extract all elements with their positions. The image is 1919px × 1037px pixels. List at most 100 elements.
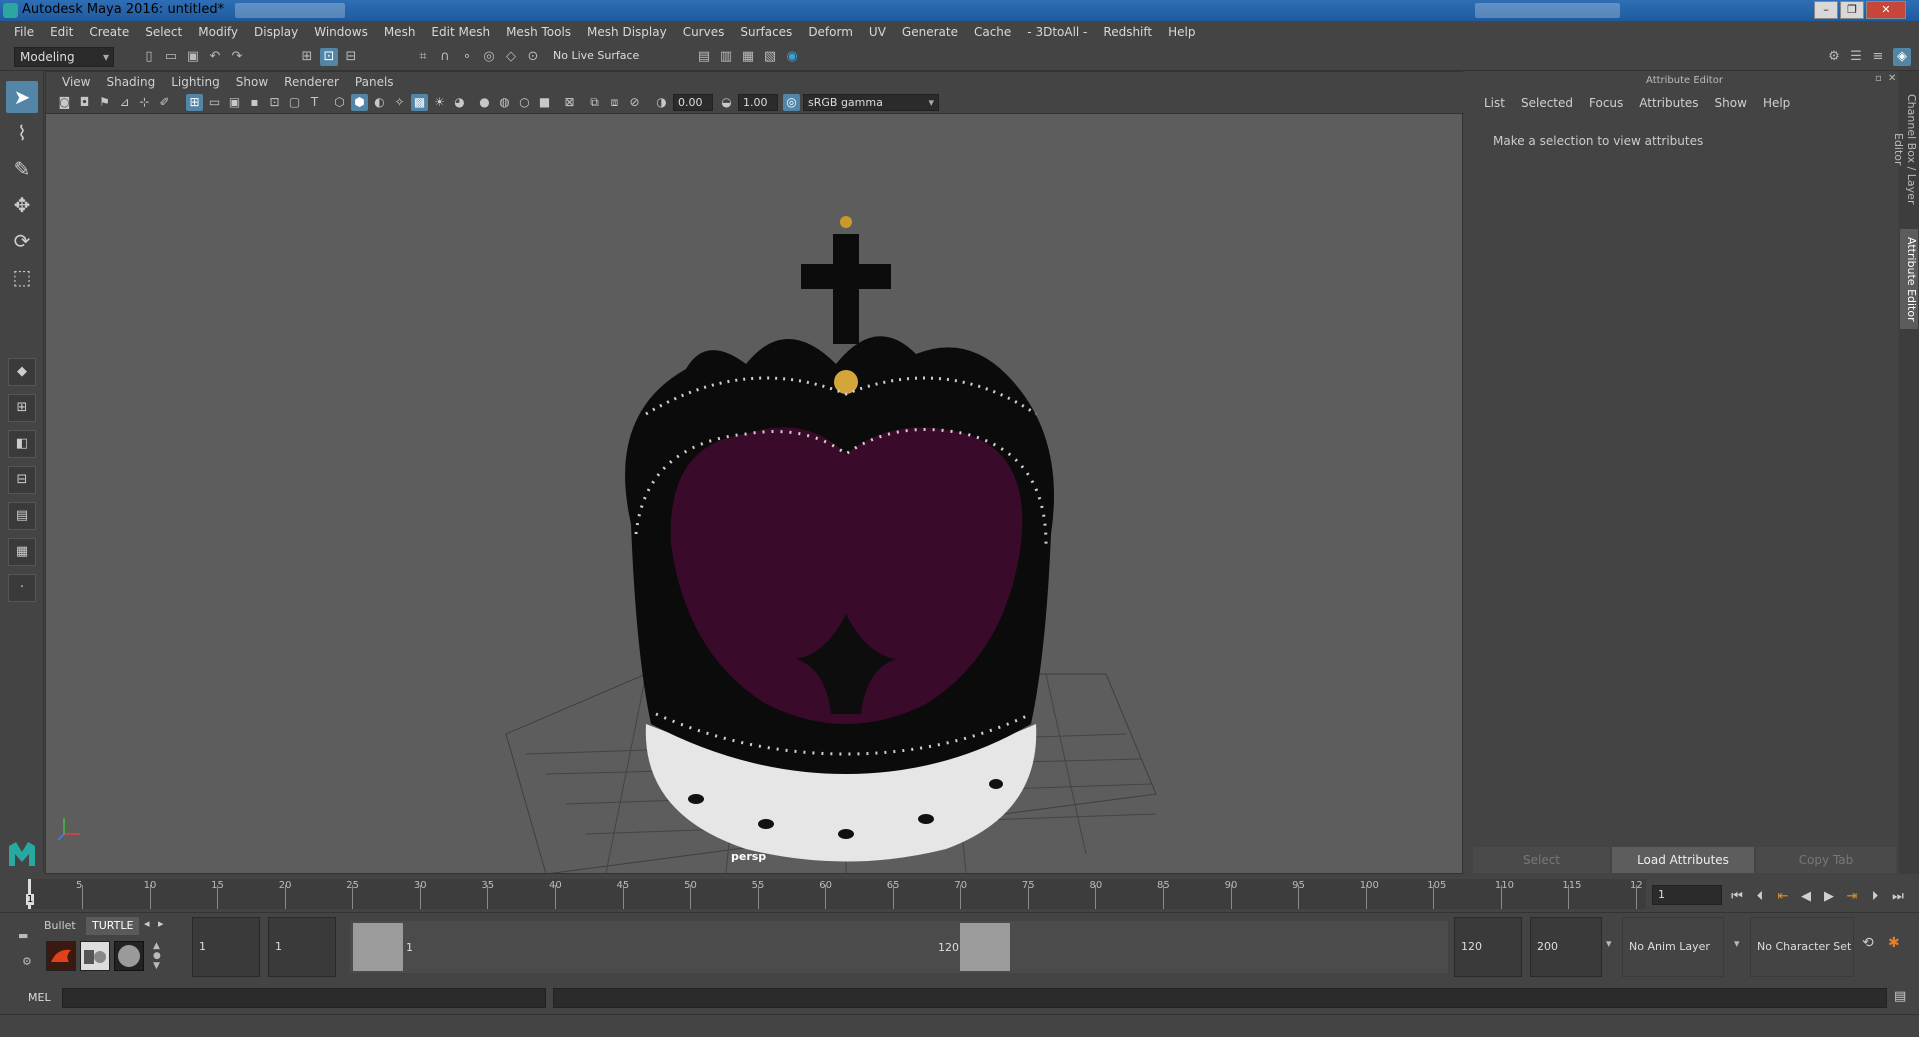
smooth-shade-icon[interactable]: ⬢ bbox=[351, 94, 368, 111]
menu-redshift[interactable]: Redshift bbox=[1095, 25, 1160, 39]
menu-mesh[interactable]: Mesh bbox=[376, 25, 424, 39]
menu-modify[interactable]: Modify bbox=[190, 25, 246, 39]
select-component-icon[interactable]: ⊟ bbox=[342, 48, 360, 66]
grease-pencil-icon[interactable]: ✐ bbox=[156, 94, 173, 111]
redo-icon[interactable]: ↷ bbox=[228, 48, 246, 66]
shelf-menu-icon[interactable]: ▬ bbox=[18, 929, 28, 942]
render-view-icon[interactable]: ▧ bbox=[761, 48, 779, 66]
viewport-menu-lighting[interactable]: Lighting bbox=[163, 75, 228, 89]
render-frame-icon[interactable]: ▥ bbox=[717, 48, 735, 66]
gate-mask-icon[interactable]: ▪ bbox=[246, 94, 263, 111]
move-tool-icon[interactable]: ✥ bbox=[6, 189, 38, 221]
range-start-handle[interactable] bbox=[353, 923, 403, 971]
ipr-render-icon[interactable]: ▦ bbox=[739, 48, 757, 66]
viewport-menu-shading[interactable]: Shading bbox=[98, 75, 163, 89]
playback-end-field[interactable]: 120 bbox=[1454, 917, 1522, 977]
channel-box-toggle-icon[interactable]: ☰ bbox=[1847, 48, 1865, 66]
resolution-gate-icon[interactable]: ▣ bbox=[226, 94, 243, 111]
viewport-menu-view[interactable]: View bbox=[54, 75, 98, 89]
play-forwards-icon[interactable]: ▶ bbox=[1819, 888, 1839, 906]
attr-menu-show[interactable]: Show bbox=[1707, 96, 1755, 110]
textured-icon[interactable]: ▩ bbox=[411, 94, 428, 111]
load-attributes-button[interactable]: Load Attributes bbox=[1612, 847, 1754, 873]
script-editor-icon[interactable]: ▤ bbox=[1894, 989, 1906, 1004]
playback-start-field[interactable]: 1 bbox=[268, 917, 336, 977]
single-perspective-layout-icon[interactable]: ◆ bbox=[8, 358, 36, 386]
select-object-icon[interactable]: ⊡ bbox=[320, 48, 338, 66]
go-to-end-icon[interactable]: ⏭ bbox=[1888, 888, 1908, 906]
time-slider-track[interactable]: 5 10 15 20 25 30 35 40 45 50 55 60 65 70 75 80 85 90 95 100… bbox=[28, 879, 1646, 909]
menu-file[interactable]: File bbox=[6, 25, 42, 39]
two-d-pan-zoom-icon[interactable]: ⊹ bbox=[136, 94, 153, 111]
screen-space-ao-icon[interactable]: ● bbox=[476, 94, 493, 111]
render-settings-icon[interactable]: ▤ bbox=[695, 48, 713, 66]
image-plane-icon[interactable]: ⊿ bbox=[116, 94, 133, 111]
current-frame-field[interactable]: 1 bbox=[1652, 885, 1722, 905]
viewport-menu-renderer[interactable]: Renderer bbox=[276, 75, 347, 89]
snap-live-icon[interactable]: ⊙ bbox=[524, 48, 542, 66]
close-panel-icon[interactable]: ✕ bbox=[1888, 73, 1896, 84]
snap-view-icon[interactable]: ◎ bbox=[480, 48, 498, 66]
menu-curves[interactable]: Curves bbox=[675, 25, 733, 39]
backface-culling-icon[interactable]: ⊘ bbox=[626, 94, 643, 111]
menu-edit[interactable]: Edit bbox=[42, 25, 81, 39]
paint-select-tool-icon[interactable]: ✎ bbox=[6, 153, 38, 185]
antialiasing-icon[interactable]: ○ bbox=[516, 94, 533, 111]
use-all-lights-icon[interactable]: ☀ bbox=[431, 94, 448, 111]
menu-cache[interactable]: Cache bbox=[966, 25, 1019, 39]
step-forward-key-icon[interactable]: ⇥ bbox=[1842, 888, 1862, 906]
snap-grid-icon[interactable]: ⌗ bbox=[414, 48, 432, 66]
safe-title-icon[interactable]: T bbox=[306, 94, 323, 111]
attr-menu-attributes[interactable]: Attributes bbox=[1631, 96, 1706, 110]
attr-menu-list[interactable]: List bbox=[1476, 96, 1513, 110]
menu-mesh-display[interactable]: Mesh Display bbox=[579, 25, 675, 39]
hypershade-layout-icon[interactable]: ▤ bbox=[8, 502, 36, 530]
float-panel-icon[interactable]: ▫ bbox=[1875, 73, 1882, 84]
menu-mesh-tools[interactable]: Mesh Tools bbox=[498, 25, 579, 39]
menu-edit-mesh[interactable]: Edit Mesh bbox=[423, 25, 498, 39]
depth-of-field-icon[interactable]: ■ bbox=[536, 94, 553, 111]
shelf-scroll-arrows-icon[interactable]: ▲ ● ▼ bbox=[153, 941, 161, 971]
wireframe-icon[interactable]: ⬡ bbox=[331, 94, 348, 111]
grid-toggle-icon[interactable]: ⊞ bbox=[186, 94, 203, 111]
maximize-button[interactable]: ❐ bbox=[1840, 1, 1864, 19]
menu-select[interactable]: Select bbox=[137, 25, 190, 39]
search-help-field[interactable] bbox=[1475, 3, 1620, 18]
field-chart-icon[interactable]: ⊡ bbox=[266, 94, 283, 111]
viewport-menu-show[interactable]: Show bbox=[228, 75, 276, 89]
step-forward-frame-icon[interactable]: ⏵ bbox=[1865, 888, 1885, 906]
range-end-handle[interactable] bbox=[960, 923, 1010, 971]
more-layouts-icon[interactable]: · bbox=[8, 574, 36, 602]
lasso-tool-icon[interactable]: ⌇ bbox=[6, 117, 38, 149]
menu-generate[interactable]: Generate bbox=[894, 25, 966, 39]
modeling-toolkit-icon[interactable]: ⚙ bbox=[1825, 48, 1843, 66]
menu-surfaces[interactable]: Surfaces bbox=[732, 25, 800, 39]
persp-graph-layout-icon[interactable]: ⊟ bbox=[8, 466, 36, 494]
select-tool-icon[interactable]: ➤ bbox=[6, 81, 38, 113]
shelf-tab-turtle[interactable]: TURTLE bbox=[86, 917, 140, 935]
shelf-tab-bullet[interactable]: Bullet bbox=[38, 917, 82, 935]
attr-menu-selected[interactable]: Selected bbox=[1513, 96, 1581, 110]
viewport-menu-panels[interactable]: Panels bbox=[347, 75, 402, 89]
hypershade-icon[interactable]: ◉ bbox=[783, 48, 801, 66]
go-to-start-icon[interactable]: ⏮ bbox=[1727, 888, 1747, 906]
menu-windows[interactable]: Windows bbox=[306, 25, 376, 39]
bookmark-icon[interactable]: ⚑ bbox=[96, 94, 113, 111]
snap-point-icon[interactable]: ∘ bbox=[458, 48, 476, 66]
step-back-key-icon[interactable]: ⇤ bbox=[1773, 888, 1793, 906]
menu-display[interactable]: Display bbox=[246, 25, 306, 39]
exposure-icon[interactable]: ◑ bbox=[653, 94, 670, 111]
auto-key-icon[interactable]: ⟲ bbox=[1862, 935, 1874, 951]
safe-action-icon[interactable]: ▢ bbox=[286, 94, 303, 111]
menu-deform[interactable]: Deform bbox=[800, 25, 861, 39]
uv-layout-icon[interactable]: ▦ bbox=[8, 538, 36, 566]
attr-menu-help[interactable]: Help bbox=[1755, 96, 1798, 110]
attr-menu-focus[interactable]: Focus bbox=[1581, 96, 1631, 110]
turtle-bake-icon[interactable] bbox=[80, 941, 110, 971]
select-button[interactable]: Select bbox=[1473, 847, 1610, 873]
copy-tab-button[interactable]: Copy Tab bbox=[1756, 847, 1896, 873]
tab-attribute-editor[interactable]: Attribute Editor bbox=[1900, 229, 1918, 329]
xray-joints-icon[interactable]: ⧉ bbox=[586, 94, 603, 111]
camera-attributes-icon[interactable]: ◘ bbox=[76, 94, 93, 111]
range-options-chevron-icon[interactable]: ▾ bbox=[1606, 937, 1612, 950]
